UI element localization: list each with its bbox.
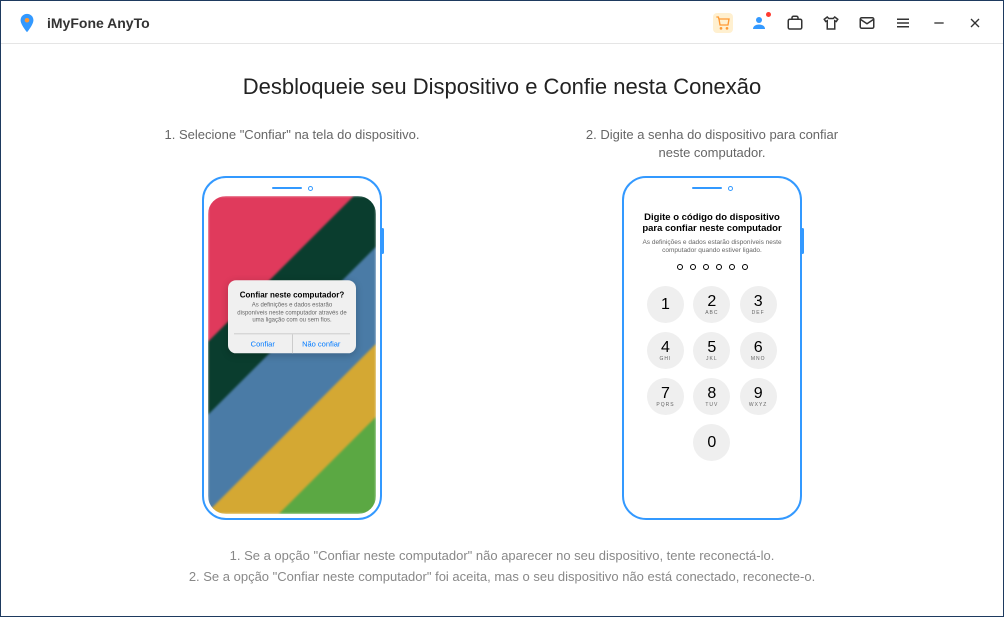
keypad-key-6: 6MNO [740,332,777,369]
keypad-key-4: 4GHI [647,332,684,369]
briefcase-icon[interactable] [785,13,805,33]
minimize-icon[interactable] [929,13,949,33]
phone-side-button-icon [801,228,804,254]
passcode-dot-icon [690,264,696,270]
key-num: 9 [754,386,763,402]
key-letters: TUV [705,403,718,408]
phone-frame-2: Digite o código do dispositivo para conf… [622,176,802,520]
key-letters: WXYZ [749,403,767,408]
keypad-key-1: 1 [647,286,684,323]
key-num: 0 [707,435,716,451]
key-letters: GHI [660,357,672,362]
passcode-dot-icon [677,264,683,270]
app-title: iMyFone AnyTo [47,15,150,31]
notification-dot-icon [766,12,771,17]
trust-dialog: Confiar neste computador? As definições … [228,280,356,353]
passcode-dot-icon [742,264,748,270]
dialog-buttons: Confiar Não confiar [234,334,350,354]
note-1: 1. Se a opção "Confiar neste computador"… [101,546,903,567]
trust-button: Confiar [234,335,293,354]
title-right [713,13,985,33]
keypad-key-9: 9WXYZ [740,378,777,415]
key-letters: PQRS [656,403,674,408]
key-letters: JKL [706,357,718,362]
dialog-title: Confiar neste computador? [234,290,350,299]
cart-icon[interactable] [713,13,733,33]
keypad-key-7: 7PQRS [647,378,684,415]
account-icon[interactable] [749,13,769,33]
key-num: 2 [707,294,716,310]
phones-row: 1. Selecione "Confiar" na tela do dispos… [101,126,903,520]
step-2-text: 2. Digite a senha do dispositivo para co… [572,126,852,162]
phone-notch-icon [208,182,376,194]
note-2: 2. Se a opção "Confiar neste computador"… [101,567,903,588]
key-num: 6 [754,340,763,356]
phone-notch-icon [628,182,796,194]
menu-icon[interactable] [893,13,913,33]
key-num: 4 [661,340,670,356]
step-1-text: 1. Selecione "Confiar" na tela do dispos… [165,126,420,162]
key-num: 7 [661,386,670,402]
keypad-key-2: 2ABC [693,286,730,323]
footer-notes: 1. Se a opção "Confiar neste computador"… [101,546,903,588]
phone-screen-2: Digite o código do dispositivo para conf… [628,196,796,514]
wallpaper-icon [208,196,376,514]
key-letters: ABC [705,311,718,316]
tshirt-icon[interactable] [821,13,841,33]
keypad-empty [740,424,777,461]
key-letters: DEF [752,311,765,316]
key-num: 5 [707,340,716,356]
dialog-body: As definições e dados estarão disponívei… [234,302,350,325]
phone-section-passcode: 2. Digite a senha do dispositivo para co… [572,126,852,520]
content-area: Desbloqueie seu Dispositivo e Confie nes… [1,44,1003,608]
app-logo-icon [15,11,39,35]
titlebar: iMyFone AnyTo [1,1,1003,44]
keypad: 12ABC3DEF4GHI5JKL6MNO7PQRS8TUV9WXYZ0 [647,286,777,461]
phone-side-button-icon [381,228,384,254]
keypad-key-5: 5JKL [693,332,730,369]
passcode-title: Digite o código do dispositivo para conf… [636,212,788,235]
key-num: 3 [754,294,763,310]
keypad-key-3: 3DEF [740,286,777,323]
key-letters: MNO [751,357,766,362]
passcode-dot-icon [729,264,735,270]
keypad-key-0: 0 [693,424,730,461]
phone-section-trust: 1. Selecione "Confiar" na tela do dispos… [152,126,432,520]
key-num: 8 [707,386,716,402]
keypad-empty [647,424,684,461]
passcode-dots [677,264,748,270]
passcode-sub: As definições e dados estarão disponívei… [636,239,788,255]
passcode-dot-icon [716,264,722,270]
keypad-key-8: 8TUV [693,378,730,415]
key-num: 1 [661,297,670,313]
mail-icon[interactable] [857,13,877,33]
page-title: Desbloqueie seu Dispositivo e Confie nes… [101,74,903,100]
title-left: iMyFone AnyTo [15,11,150,35]
passcode-dot-icon [703,264,709,270]
phone-frame-1: Confiar neste computador? As definições … [202,176,382,520]
dont-trust-button: Não confiar [293,335,351,354]
phone-screen-1: Confiar neste computador? As definições … [208,196,376,514]
close-icon[interactable] [965,13,985,33]
